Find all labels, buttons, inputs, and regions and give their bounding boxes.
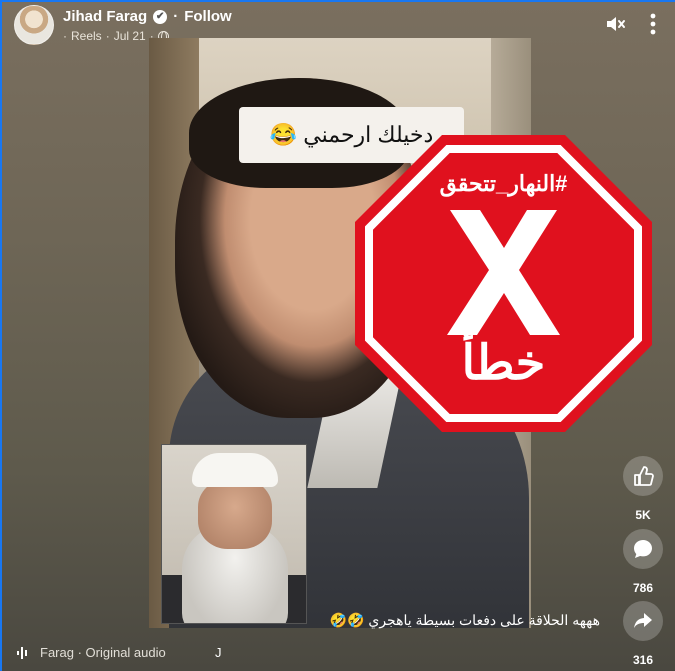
like-count: 5K	[635, 508, 651, 522]
source-label[interactable]: Reels	[71, 29, 102, 43]
mute-icon[interactable]	[604, 13, 626, 35]
inset-face	[198, 479, 272, 549]
audio-label[interactable]: Farag · Original audio	[40, 645, 166, 660]
comment-action: 786	[622, 529, 664, 595]
share-button[interactable]	[623, 601, 663, 641]
inset-cap	[192, 453, 278, 487]
comment-icon	[634, 540, 652, 558]
post-date[interactable]: Jul 21	[114, 29, 146, 43]
separator: ·	[173, 8, 179, 25]
audio-trailing-text: J	[215, 645, 222, 660]
stamp-verdict: خطأ	[461, 337, 546, 390]
fact-check-stamp: #النهار_تتحقق خطأ	[355, 135, 652, 432]
more-options-icon[interactable]	[643, 11, 663, 37]
author-line: Jihad Farag ✔ · Follow	[63, 8, 232, 25]
stamp-hashtag: #النهار_تتحقق	[439, 171, 568, 196]
meta-dot-2: ·	[105, 29, 110, 43]
audio-wave-icon	[17, 646, 27, 659]
like-button[interactable]	[623, 456, 663, 496]
post-caption: هههه الحلاقة على دفعات بسيطة ياهجري 🤣🤣	[329, 612, 600, 628]
share-icon	[634, 613, 652, 628]
meta-dot: ·	[63, 29, 67, 43]
comment-count: 786	[632, 581, 654, 595]
inset-video-thumbnail	[161, 444, 307, 624]
author-name[interactable]: Jihad Farag	[63, 8, 147, 25]
like-action: 5K	[622, 456, 664, 522]
author-avatar[interactable]	[14, 5, 54, 45]
verified-badge-icon: ✔	[153, 9, 168, 24]
thumbs-up-icon	[634, 466, 654, 486]
audio-line[interactable]: Farag · Original audio	[16, 645, 166, 660]
share-count: 316	[632, 653, 654, 667]
comment-button[interactable]	[623, 529, 663, 569]
share-action: 316	[622, 601, 664, 667]
follow-button[interactable]: Follow	[184, 8, 232, 25]
